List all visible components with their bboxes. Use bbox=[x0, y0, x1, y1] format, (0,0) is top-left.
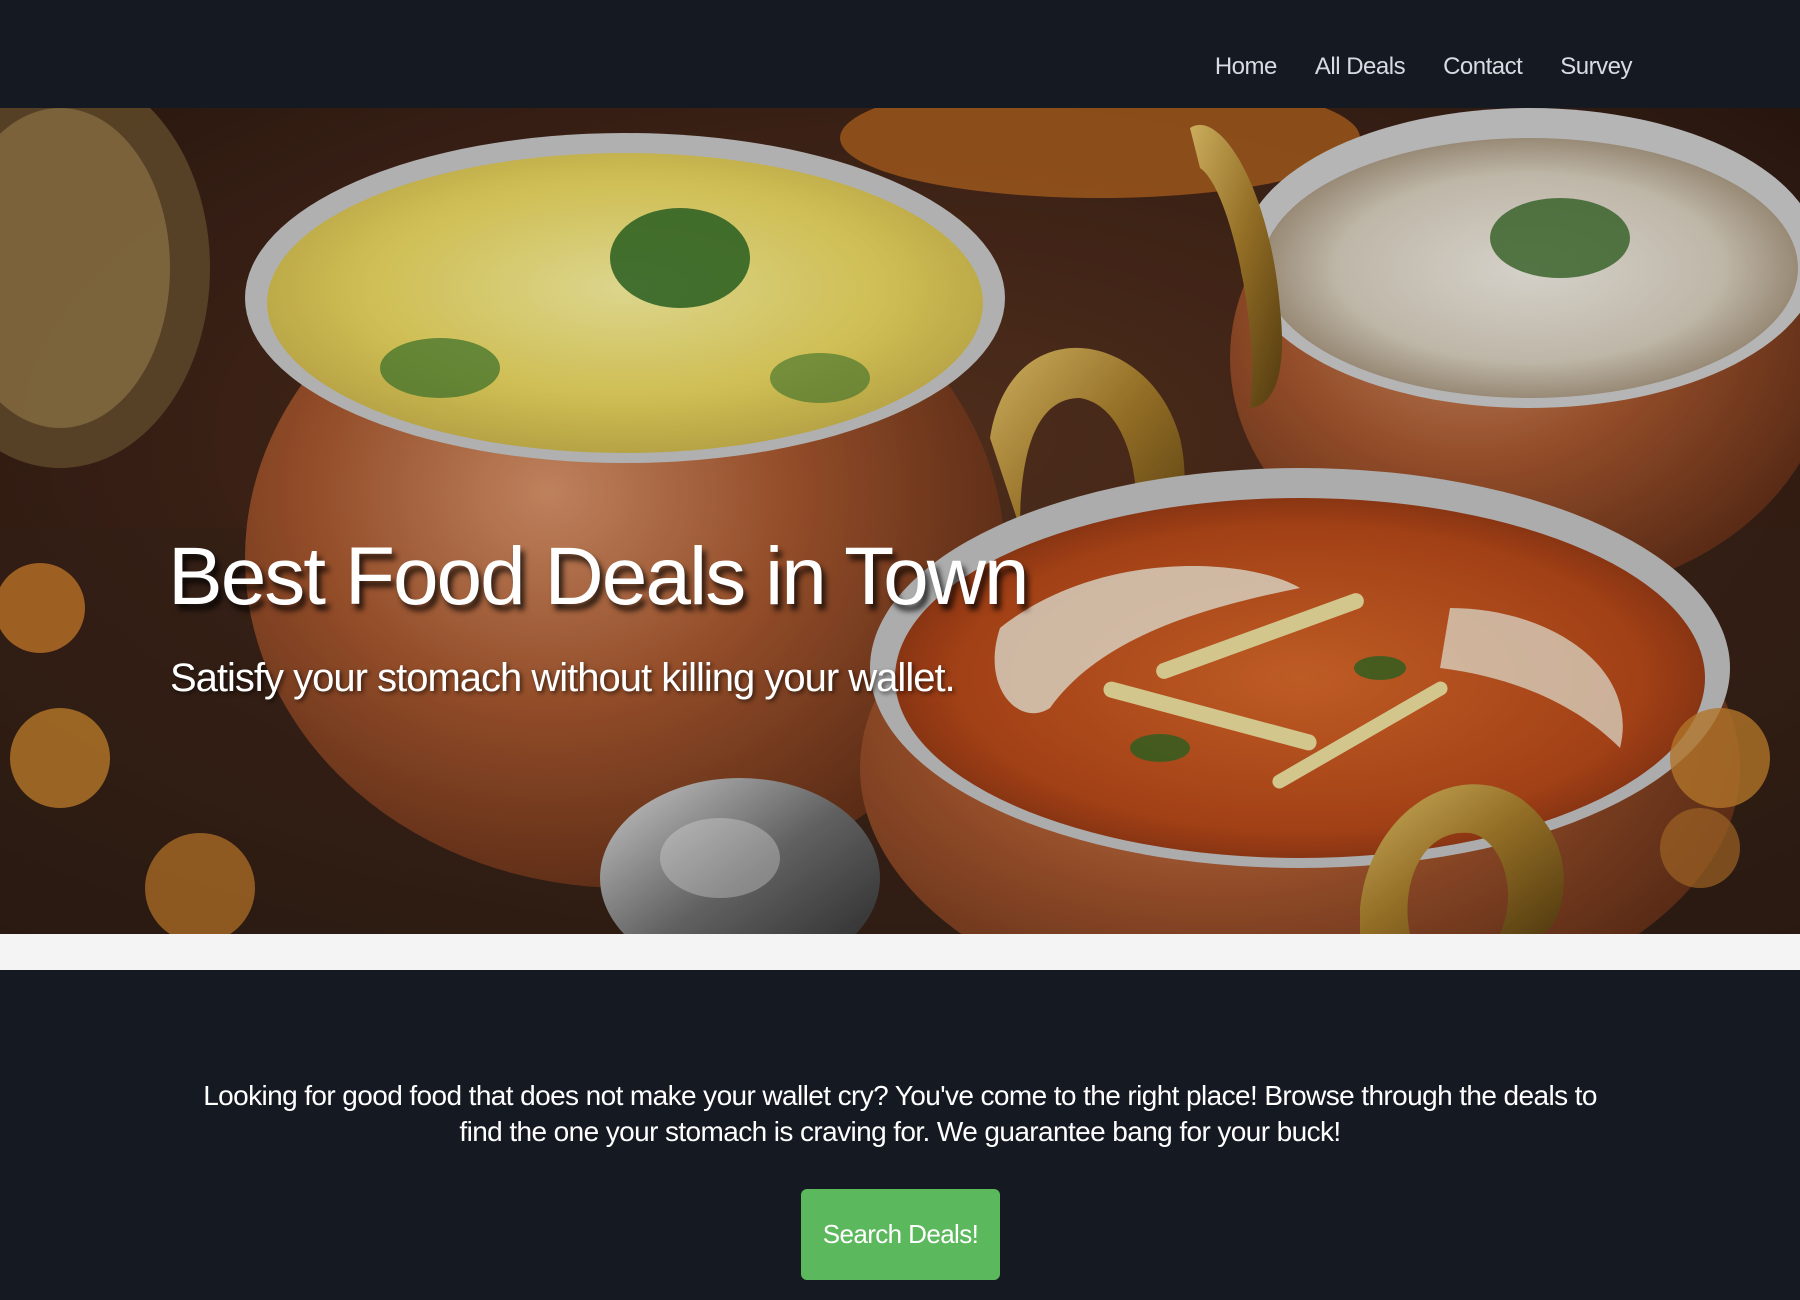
nav-link-all-deals[interactable]: All Deals bbox=[1315, 53, 1406, 81]
intro-text: Looking for good food that does not make… bbox=[203, 1080, 1597, 1147]
intro-section: Looking for good food that does not make… bbox=[0, 970, 1800, 1300]
section-divider bbox=[0, 934, 1800, 970]
search-deals-button[interactable]: Search Deals! bbox=[801, 1189, 1000, 1280]
hero-title: Best Food Deals in Town bbox=[168, 531, 1030, 622]
hero-food-image bbox=[0, 108, 1800, 934]
hero-subtitle: Satisfy your stomach without killing you… bbox=[170, 656, 956, 700]
navbar: Home All Deals Contact Survey bbox=[0, 0, 1800, 108]
nav-link-survey[interactable]: Survey bbox=[1560, 53, 1632, 81]
hero-banner: Best Food Deals in Town Satisfy your sto… bbox=[0, 108, 1800, 934]
nav-link-home[interactable]: Home bbox=[1215, 53, 1278, 81]
nav-link-contact[interactable]: Contact bbox=[1443, 53, 1523, 81]
